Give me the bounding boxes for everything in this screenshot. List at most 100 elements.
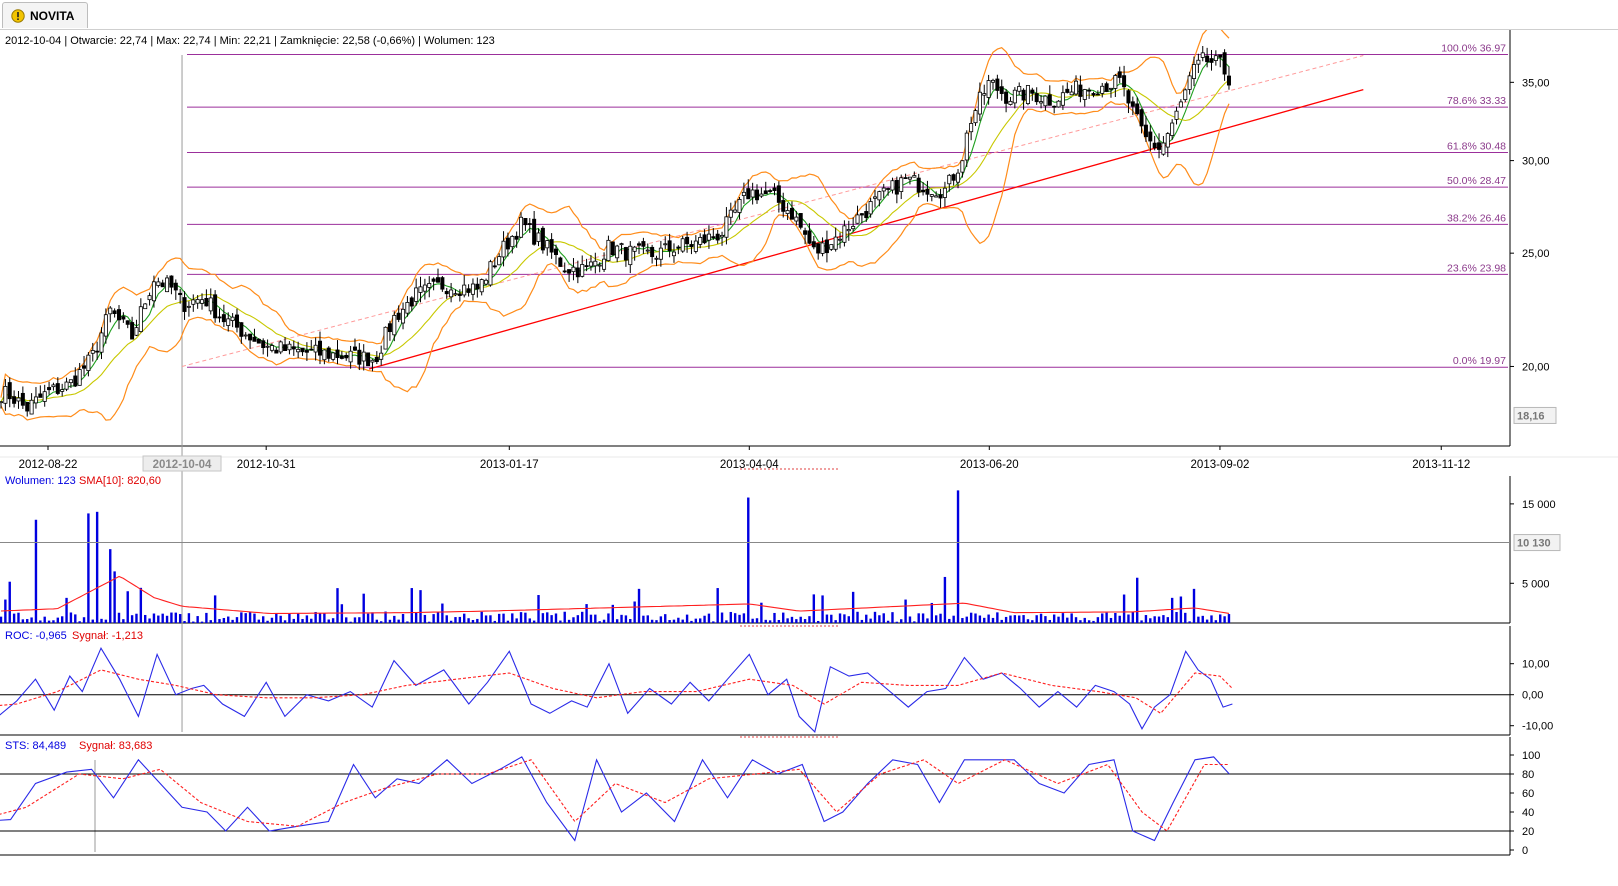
candle-body bbox=[602, 258, 607, 270]
candle-body bbox=[64, 381, 69, 390]
candle-body bbox=[392, 314, 397, 336]
candle-body bbox=[1122, 75, 1127, 88]
candle-body bbox=[916, 177, 921, 193]
volume-bar bbox=[581, 611, 584, 623]
volume-bar bbox=[130, 615, 134, 623]
candle-body bbox=[221, 314, 226, 323]
volume-bar bbox=[1083, 617, 1086, 623]
volume-bar bbox=[165, 615, 169, 623]
candle-body bbox=[658, 247, 663, 260]
volume-bar bbox=[729, 611, 732, 623]
volume-bar bbox=[917, 613, 920, 623]
volume-bar bbox=[65, 597, 68, 623]
volume-bar bbox=[200, 621, 204, 623]
volume-bar bbox=[310, 618, 313, 623]
candle-body bbox=[462, 284, 467, 296]
candle-body bbox=[1192, 64, 1197, 79]
candle-body bbox=[1043, 95, 1048, 107]
candle-body bbox=[903, 177, 908, 180]
candle-body bbox=[1017, 85, 1022, 92]
candle-body bbox=[77, 369, 82, 386]
candle-body bbox=[278, 341, 283, 353]
candle-body bbox=[890, 180, 895, 191]
volume-bar bbox=[969, 612, 973, 623]
candle-body bbox=[794, 216, 799, 222]
candle-body bbox=[396, 312, 401, 320]
volume-bar bbox=[712, 621, 715, 623]
candle-body bbox=[1205, 55, 1210, 63]
volume-bar bbox=[161, 613, 164, 623]
candle-body bbox=[698, 237, 703, 245]
candle-body bbox=[357, 349, 362, 365]
volume-bar bbox=[882, 613, 885, 623]
volume-bar bbox=[104, 619, 108, 623]
candle-body bbox=[112, 310, 117, 314]
volume-bar bbox=[738, 614, 741, 623]
volume-bar bbox=[904, 599, 907, 623]
fib-level-label: 50.0% 28.47 bbox=[1447, 175, 1506, 187]
candle-body bbox=[55, 383, 60, 394]
volume-bar bbox=[1184, 612, 1187, 623]
volume-bar bbox=[873, 611, 877, 623]
volume-bar bbox=[1074, 617, 1078, 623]
volume-bar bbox=[454, 617, 457, 623]
volume-bar bbox=[637, 588, 641, 623]
volume-bar bbox=[222, 617, 226, 623]
candle-body bbox=[838, 238, 843, 241]
candle-body bbox=[20, 392, 25, 406]
candle-body bbox=[453, 293, 458, 296]
candle-body bbox=[274, 349, 279, 354]
candle-body bbox=[663, 243, 668, 246]
chart-tab[interactable]: NOVITA bbox=[2, 2, 88, 28]
volume-bar bbox=[1201, 615, 1204, 623]
volume-bar bbox=[690, 620, 693, 623]
volume-bar bbox=[1079, 620, 1082, 623]
candle-body bbox=[969, 123, 974, 133]
volume-bar bbox=[1048, 619, 1051, 623]
candle-body bbox=[1039, 101, 1044, 104]
candle-body bbox=[899, 177, 904, 192]
candle-body bbox=[427, 283, 432, 288]
warning-icon bbox=[11, 9, 25, 23]
candle-body bbox=[798, 213, 803, 228]
volume-bar bbox=[74, 614, 77, 623]
candle-body bbox=[820, 242, 825, 254]
volume-bar bbox=[913, 621, 916, 623]
candle-body bbox=[728, 209, 733, 218]
candle-body bbox=[1148, 131, 1153, 142]
volume-bar bbox=[1188, 621, 1191, 623]
volume-bar bbox=[56, 617, 60, 623]
price-y-tick-label: 30,00 bbox=[1522, 156, 1550, 168]
candle-body bbox=[1222, 52, 1227, 75]
candle-body bbox=[256, 338, 261, 344]
candle-body bbox=[12, 396, 17, 404]
candle-body bbox=[234, 314, 239, 328]
candle-body bbox=[1034, 93, 1039, 103]
candle-body bbox=[248, 333, 253, 341]
volume-bar bbox=[668, 620, 671, 623]
volume-bar bbox=[362, 593, 365, 623]
candle-body bbox=[1117, 71, 1122, 78]
candle-body bbox=[833, 236, 838, 250]
candle-body bbox=[785, 210, 790, 214]
volume-bar bbox=[235, 617, 239, 623]
candle-body bbox=[606, 239, 611, 262]
candle-body bbox=[523, 218, 528, 226]
volume-bar bbox=[646, 615, 649, 623]
candle-body bbox=[147, 295, 152, 301]
sts-y-tick-label: 60 bbox=[1522, 788, 1534, 800]
volume-bar bbox=[965, 616, 968, 623]
candle-body bbox=[720, 234, 725, 238]
candle-body bbox=[803, 230, 808, 235]
candle-body bbox=[309, 348, 314, 351]
candle-body bbox=[676, 246, 681, 249]
volume-bar bbox=[1205, 619, 1209, 623]
volume-bar bbox=[615, 619, 619, 623]
volume-bar bbox=[943, 576, 947, 623]
volume-bar bbox=[91, 619, 94, 623]
candle-body bbox=[213, 294, 218, 319]
chart-area[interactable]: 100.0% 36.97 78.6% 33.33 61.8% 30.48 50.0% … bbox=[0, 30, 1618, 886]
candle-body bbox=[505, 237, 510, 250]
candle-body bbox=[125, 320, 130, 325]
volume-bar bbox=[878, 615, 881, 623]
